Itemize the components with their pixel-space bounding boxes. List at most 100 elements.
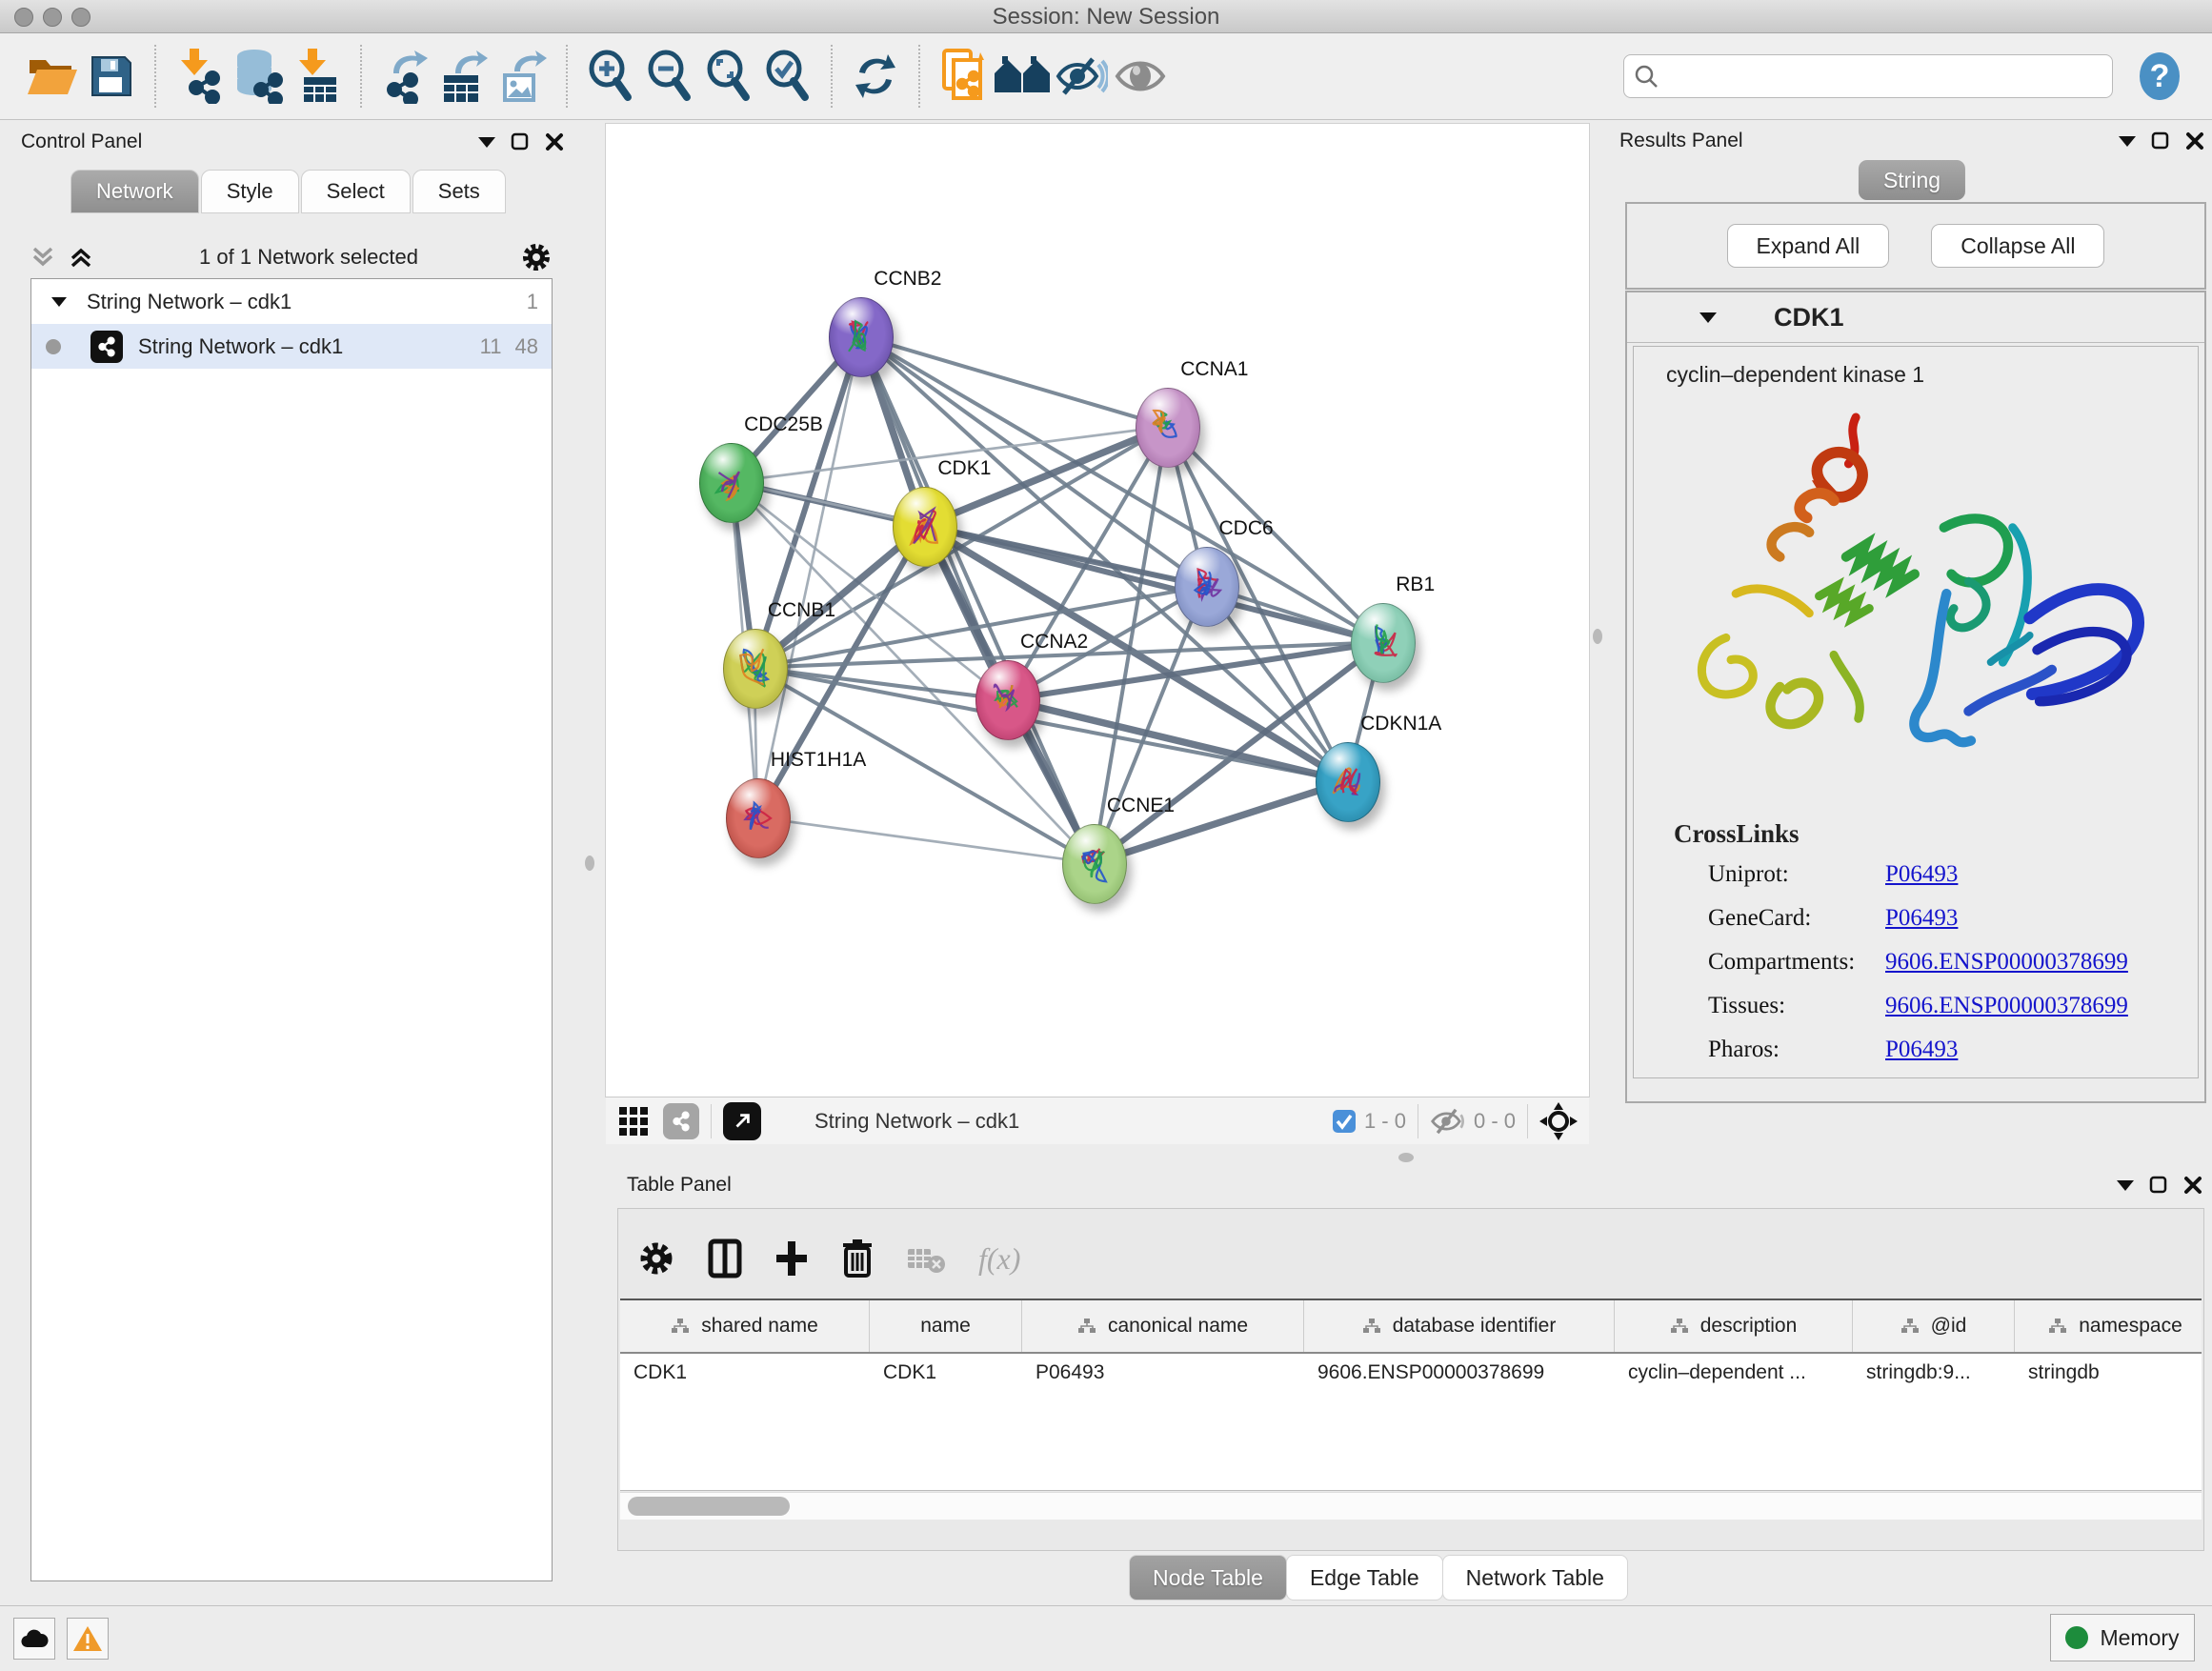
float-panel-icon[interactable] [511, 132, 530, 151]
collection-expand-icon[interactable] [51, 297, 67, 307]
import-table-icon[interactable] [288, 47, 347, 106]
network-edge[interactable] [860, 336, 1094, 863]
function-builder-icon[interactable]: f(x) [978, 1241, 1020, 1277]
network-node-rb1[interactable] [1351, 603, 1416, 683]
network-edge[interactable] [757, 817, 1094, 863]
network-node-cdc6[interactable] [1175, 547, 1239, 627]
close-panel-icon[interactable] [545, 132, 564, 151]
expand-all-networks-icon[interactable] [69, 245, 97, 270]
network-node-ccna1[interactable] [1136, 388, 1200, 468]
network-canvas[interactable]: CCNB2CCNA1CDC25BCDK1CDC6RB1CCNB1CCNA2CDK… [606, 124, 1589, 1097]
network-edge[interactable] [754, 668, 1007, 700]
close-panel-icon[interactable] [2185, 131, 2204, 151]
import-network-database-icon[interactable] [229, 47, 288, 106]
tab-string[interactable]: String [1859, 160, 1965, 200]
clone-network-icon[interactable] [934, 47, 993, 106]
export-image-icon[interactable] [493, 47, 553, 106]
tab-node-table[interactable]: Node Table [1129, 1555, 1287, 1601]
network-node-cdkn1a[interactable] [1316, 742, 1380, 822]
zoom-out-icon[interactable] [640, 47, 699, 106]
column-header[interactable]: @id [1853, 1300, 2015, 1352]
network-edge[interactable] [757, 336, 860, 817]
table-row[interactable]: CDK1 CDK1 P06493 9606.ENSP00000378699 cy… [620, 1354, 2202, 1392]
panel-menu-icon[interactable] [2119, 136, 2136, 147]
delete-table-icon[interactable] [906, 1243, 946, 1274]
network-node-ccne1[interactable] [1062, 824, 1127, 904]
open-session-icon[interactable] [23, 47, 82, 106]
protein-section-header[interactable]: CDK1 [1627, 292, 2204, 343]
crosslink-link[interactable]: P06493 [1885, 1037, 1958, 1063]
import-network-icon[interactable] [170, 47, 229, 106]
tab-sets[interactable]: Sets [412, 170, 506, 213]
float-panel-icon[interactable] [2151, 131, 2170, 151]
network-node-ccnb2[interactable] [829, 297, 894, 377]
search-box[interactable] [1623, 54, 2113, 98]
export-network-icon[interactable] [375, 47, 434, 106]
expand-all-button[interactable]: Expand All [1727, 224, 1890, 268]
scrollbar-thumb[interactable] [628, 1497, 790, 1516]
search-input[interactable] [1659, 63, 2102, 90]
network-overview-icon[interactable] [663, 1103, 699, 1139]
tab-edge-table[interactable]: Edge Table [1286, 1555, 1443, 1601]
network-row[interactable]: String Network – cdk1 11 48 [31, 324, 552, 369]
collapse-all-button[interactable]: Collapse All [1931, 224, 2104, 268]
tab-style[interactable]: Style [201, 170, 299, 213]
refresh-layout-icon[interactable] [846, 47, 905, 106]
close-panel-icon[interactable] [2183, 1176, 2202, 1195]
network-view[interactable]: CCNB2CCNA1CDC25BCDK1CDC6RB1CCNB1CCNA2CDK… [606, 124, 1589, 1097]
network-edge[interactable] [860, 336, 1382, 643]
column-header[interactable]: canonical name [1022, 1300, 1304, 1352]
right-splitter-handle[interactable] [1593, 629, 1602, 644]
tab-select[interactable]: Select [301, 170, 411, 213]
cloud-status-button[interactable] [13, 1618, 55, 1660]
network-options-gear-icon[interactable] [520, 241, 553, 273]
birdseye-grid-icon[interactable] [617, 1105, 650, 1137]
network-node-cdk1[interactable] [893, 487, 957, 567]
network-node-ccna2[interactable] [975, 660, 1040, 740]
zoom-selected-icon[interactable] [758, 47, 817, 106]
crosslink-link[interactable]: 9606.ENSP00000378699 [1885, 949, 2128, 976]
float-panel-icon[interactable] [2149, 1176, 2168, 1195]
fit-selection-crosshair-icon[interactable] [1539, 1102, 1578, 1140]
first-neighbors-icon[interactable] [993, 47, 1052, 106]
column-header[interactable]: shared name [620, 1300, 870, 1352]
add-column-icon[interactable] [774, 1239, 809, 1278]
network-node-hist1h1a[interactable] [726, 778, 791, 858]
column-header[interactable]: database identifier [1304, 1300, 1615, 1352]
column-header[interactable]: namespace [2015, 1300, 2202, 1352]
panel-menu-icon[interactable] [478, 137, 495, 148]
column-header[interactable]: name [870, 1300, 1022, 1352]
collapse-section-icon[interactable] [1699, 312, 1717, 323]
panel-menu-icon[interactable] [2117, 1180, 2134, 1191]
selected-checkbox-icon[interactable] [1332, 1109, 1357, 1134]
column-header[interactable]: description [1615, 1300, 1853, 1352]
crosslink-link[interactable]: 9606.ENSP00000378699 [1885, 993, 2128, 1019]
network-collection-row[interactable]: String Network – cdk1 1 [31, 279, 552, 324]
network-edge[interactable] [860, 336, 1167, 427]
zoom-fit-icon[interactable] [699, 47, 758, 106]
horizontal-scrollbar[interactable] [620, 1492, 2202, 1520]
collapse-all-networks-icon[interactable] [30, 245, 59, 270]
warnings-button[interactable] [67, 1618, 109, 1660]
network-node-cdc25b[interactable] [699, 443, 764, 523]
tab-network-table[interactable]: Network Table [1442, 1555, 1628, 1601]
table-options-gear-icon[interactable] [637, 1239, 675, 1278]
crosslink-link[interactable]: P06493 [1885, 861, 1958, 888]
hidden-eye-icon[interactable] [1430, 1107, 1466, 1136]
left-splitter-handle[interactable] [585, 856, 594, 871]
export-table-icon[interactable] [434, 47, 493, 106]
tab-network[interactable]: Network [70, 170, 199, 213]
show-columns-icon[interactable] [708, 1238, 742, 1278]
detach-view-icon[interactable] [723, 1102, 761, 1140]
delete-column-icon[interactable] [841, 1238, 874, 1278]
crosslink-link[interactable]: P06493 [1885, 905, 1958, 932]
save-session-icon[interactable] [82, 47, 141, 106]
help-icon[interactable]: ? [2130, 47, 2189, 106]
network-node-ccnb1[interactable] [723, 629, 788, 709]
bottom-splitter-handle[interactable] [1398, 1153, 1414, 1162]
node-table[interactable]: shared name name canonical name database… [620, 1299, 2202, 1491]
hide-selected-icon[interactable] [1052, 47, 1111, 106]
zoom-in-icon[interactable] [581, 47, 640, 106]
memory-button[interactable]: Memory [2050, 1614, 2195, 1661]
show-all-icon[interactable] [1111, 47, 1170, 106]
